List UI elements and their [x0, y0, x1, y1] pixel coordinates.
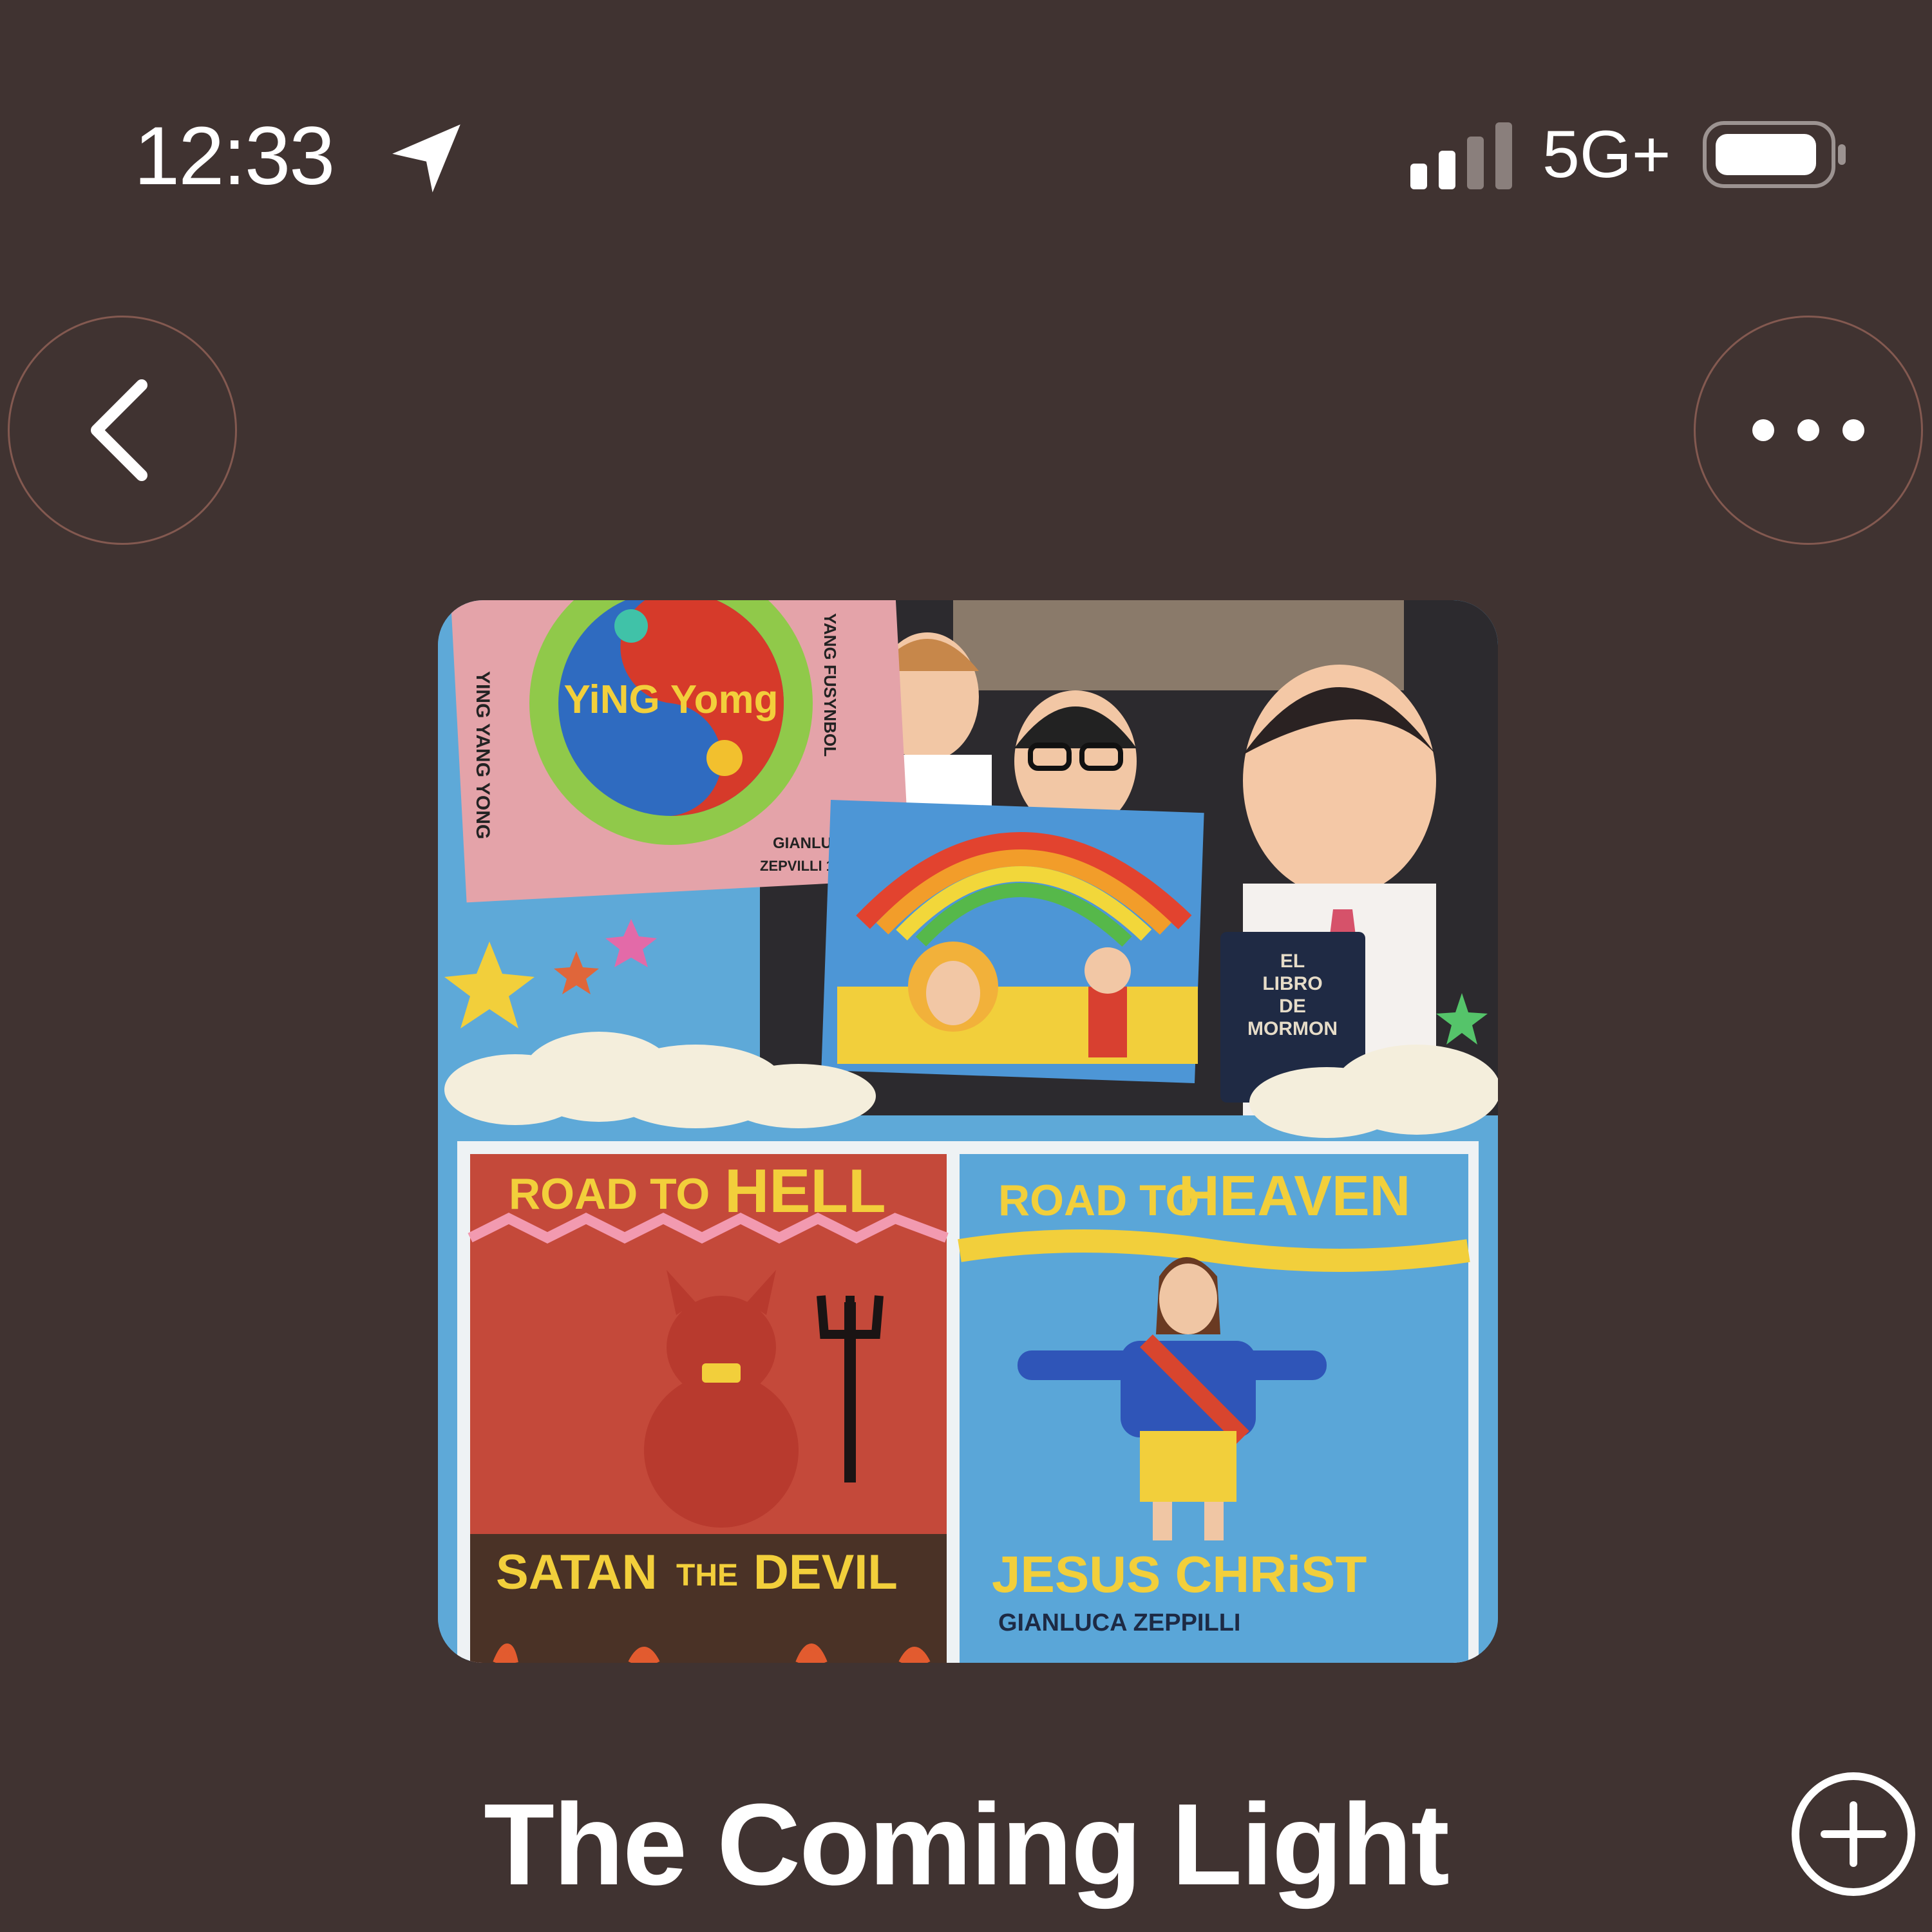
cellular-signal-icon: [1410, 122, 1512, 189]
more-options-button[interactable]: [1694, 316, 1923, 545]
album-artwork[interactable]: YiNG Yomg GIANLUCA ZEPVILLI 11-2030 YING…: [438, 600, 1498, 1663]
location-arrow-icon: [392, 124, 460, 193]
hell-caption-3: DEVIL: [753, 1545, 898, 1600]
chevron-left-icon: [91, 379, 147, 481]
heaven-heading-small: ROAD TO: [998, 1176, 1199, 1225]
page-title: The Coming Light: [484, 1780, 1450, 1909]
yin-yang-right-text: YANG FUSYNBOL: [820, 613, 840, 757]
book-line-1: EL: [1280, 951, 1305, 972]
yin-yang-side-text: YING YANG YONG: [472, 671, 493, 839]
road-to-heaven-panel: ROAD TO HEAVEN JESUS CHRiST GIANLUCA ZEP…: [958, 1154, 1470, 1663]
back-button[interactable]: [8, 316, 237, 545]
hell-caption-2: THE: [676, 1558, 738, 1593]
add-button[interactable]: [1789, 1770, 1918, 1899]
hell-caption-1: SATAN: [496, 1545, 658, 1600]
road-to-hell-panel: ROAD TO HELL SATAN THE DEVIL: [468, 1154, 949, 1663]
battery-icon: [1703, 121, 1846, 188]
book-line-2: LIBRO: [1262, 973, 1322, 994]
network-type: 5G+: [1542, 117, 1671, 192]
heaven-signature: GIANLUCA ZEPPILLI: [998, 1609, 1240, 1636]
rainbow-painting: [821, 800, 1204, 1083]
heaven-heading-big: HEAVEN: [1179, 1164, 1410, 1227]
book-line-3: DE: [1279, 996, 1306, 1017]
book-line-4: MORMON: [1247, 1018, 1338, 1039]
hell-heading-small: ROAD TO: [509, 1170, 710, 1218]
status-time: 12:33: [134, 110, 335, 202]
heaven-caption: JESUS CHRiST: [992, 1546, 1367, 1603]
yin-yang-label: YiNG Yomg: [564, 677, 778, 722]
ellipsis-icon: [1752, 419, 1864, 441]
hell-heading-big: HELL: [724, 1157, 886, 1226]
